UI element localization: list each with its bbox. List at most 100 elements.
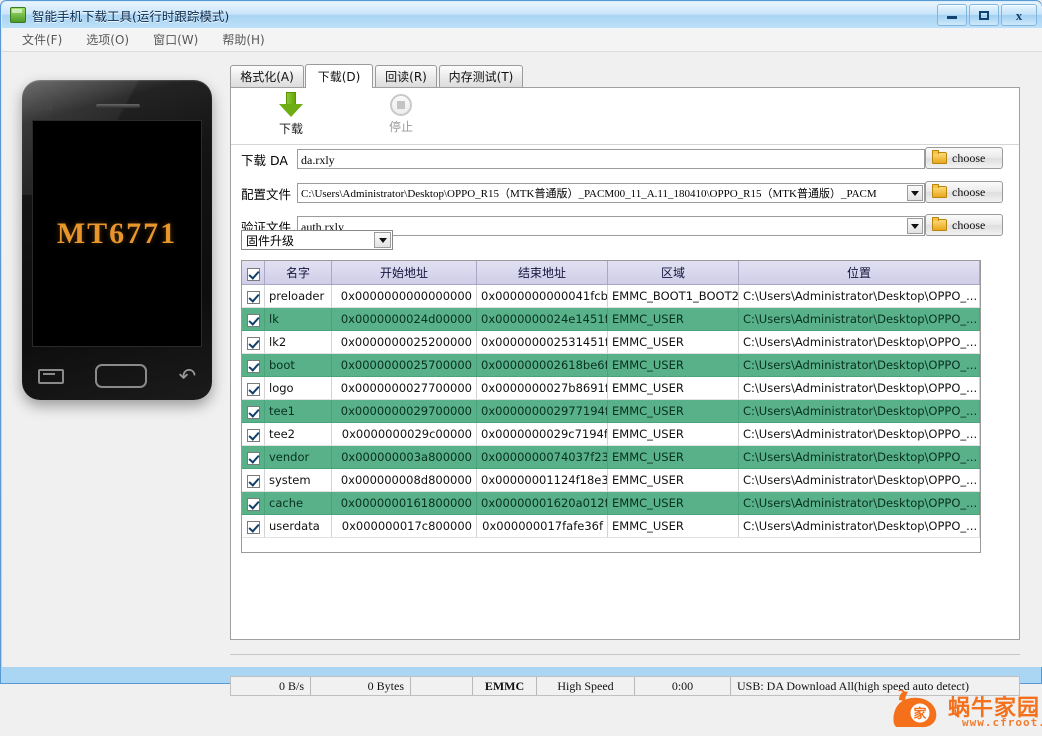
header-name[interactable]: 名字 [264,261,332,285]
menu-options[interactable]: 选项(O) [74,28,141,51]
tab-format[interactable]: 格式化(A) [230,65,304,87]
cell-start-address: 0x0000000000000000 [331,284,477,308]
config-input[interactable]: C:\Users\Administrator\Desktop\OPPO_R15（… [297,183,925,203]
download-mode-value: 固件升级 [246,233,295,248]
cell-location: C:\Users\Administrator\Desktop\OPPO_... [738,514,980,538]
table-row[interactable]: tee1 0x0000000029700000 0x000000002977194f… [242,399,980,423]
window-controls: x [937,4,1037,26]
tab-readback[interactable]: 回读(R) [375,65,437,87]
cell-end-address: 0x0000000000041fcb [476,284,608,308]
select-all-checkbox[interactable] [246,267,260,281]
row-checkbox-cell[interactable] [242,422,265,446]
header-start[interactable]: 开始地址 [331,261,477,285]
cell-name: system [264,468,332,492]
cell-region: EMMC_USER [607,468,739,492]
auth-choose-button[interactable]: choose [925,214,1003,236]
header-location[interactable]: 位置 [738,261,980,285]
cell-location: C:\Users\Administrator\Desktop\OPPO_... [738,376,980,400]
row-checkbox[interactable] [246,498,260,511]
cell-name: lk2 [264,330,332,354]
config-chevron-down-icon[interactable] [907,185,923,201]
cell-region: EMMC_USER [607,514,739,538]
table-row[interactable]: lk2 0x0000000025200000 0x000000002531451f E… [242,330,980,354]
menu-help[interactable]: 帮助(H) [210,28,276,51]
tab-memory-test[interactable]: 内存测试(T) [439,65,523,87]
row-checkbox[interactable] [246,452,260,465]
stop-button-label: 停止 [388,120,413,134]
table-row[interactable]: boot 0x0000000025700000 0x000000002618be6f… [242,353,980,377]
da-choose-button[interactable]: choose [925,147,1003,169]
download-panel: 下载 停止 下载 DA da.rxly choose 配置文件 C:\Users… [230,87,1020,640]
row-checkbox[interactable] [246,406,260,419]
auth-choose-label: choose [952,217,986,232]
mode-chevron-down-icon[interactable] [374,232,391,248]
row-checkbox[interactable] [246,521,260,534]
row-checkbox-cell[interactable] [242,330,265,354]
table-row[interactable]: lk 0x0000000024d00000 0x0000000024e1451f EM… [242,307,980,331]
svg-text:家: 家 [913,706,927,722]
cell-name: boot [264,353,332,377]
row-checkbox-cell[interactable] [242,514,265,538]
auth-chevron-down-icon[interactable] [907,218,923,234]
row-checkbox-cell[interactable] [242,307,265,331]
table-row[interactable]: system 0x000000008d800000 0x00000001124f18… [242,468,980,492]
row-checkbox-cell[interactable] [242,491,265,515]
partition-table: 名字 开始地址 结束地址 区域 位置 preloader 0x0000000000… [242,261,980,538]
header-region[interactable]: 区域 [607,261,739,285]
menu-file[interactable]: 文件(F) [10,28,74,51]
row-checkbox-cell[interactable] [242,353,265,377]
cell-location: C:\Users\Administrator\Desktop\OPPO_... [738,491,980,515]
menu-window[interactable]: 窗口(W) [141,28,210,51]
row-checkbox[interactable] [246,429,260,442]
cell-region: EMMC_USER [607,399,739,423]
cell-name: userdata [264,514,332,538]
partition-table-container[interactable]: 名字 开始地址 结束地址 区域 位置 preloader 0x0000000000… [241,260,981,553]
row-checkbox-cell[interactable] [242,399,265,423]
row-checkbox-cell[interactable] [242,468,265,492]
download-mode-select[interactable]: 固件升级 [241,230,393,250]
tab-download[interactable]: 下载(D) [305,64,373,88]
app-window: 智能手机下载工具(运行时跟踪模式) x 文件(F) 选项(O) 窗口(W) 帮助… [0,0,1042,729]
chipset-label: MT6771 [56,216,178,250]
status-message: USB: DA Download All(high speed auto det… [737,678,969,693]
close-button[interactable]: x [1001,4,1037,26]
row-checkbox-cell[interactable] [242,284,265,308]
menu-bar: 文件(F) 选项(O) 窗口(W) 帮助(H) [2,28,1042,52]
cell-region: EMMC_USER [607,330,739,354]
table-row[interactable]: cache 0x0000000161800000 0x00000001620a012… [242,491,980,515]
row-checkbox[interactable] [246,314,260,327]
row-checkbox[interactable] [246,360,260,373]
download-button-label: 下载 [278,122,303,136]
phone-speaker-icon [96,104,140,108]
menu-key-icon [37,368,64,384]
table-row[interactable]: vendor 0x000000003a800000 0x0000000074037f… [242,445,980,469]
table-row[interactable]: tee2 0x0000000029c00000 0x0000000029c7194f… [242,422,980,446]
da-input[interactable]: da.rxly [297,149,925,169]
table-row[interactable]: logo 0x0000000027700000 0x0000000027b8691f… [242,376,980,400]
download-arrow-icon [279,92,303,118]
row-checkbox[interactable] [246,475,260,488]
table-header-row: 名字 开始地址 结束地址 区域 位置 [242,261,980,285]
config-choose-button[interactable]: choose [925,181,1003,203]
row-checkbox[interactable] [246,337,260,350]
row-checkbox[interactable] [246,383,260,396]
select-all-header[interactable] [242,261,265,285]
row-checkbox-cell[interactable] [242,445,265,469]
cell-end-address: 0x00000001620a012f [476,491,608,515]
download-button[interactable]: 下载 [253,92,329,140]
row-checkbox[interactable] [246,291,260,304]
status-link: High Speed [537,677,635,695]
maximize-button[interactable] [969,4,999,26]
table-row[interactable]: userdata 0x000000017c800000 0x000000017faf… [242,514,980,538]
stop-button[interactable]: 停止 [363,92,439,140]
header-end[interactable]: 结束地址 [476,261,608,285]
cell-start-address: 0x0000000024d00000 [331,307,477,331]
title-bar: 智能手机下载工具(运行时跟踪模式) x [2,2,1042,28]
cell-start-address: 0x0000000027700000 [331,376,477,400]
minimize-button[interactable] [937,4,967,26]
table-row[interactable]: preloader 0x0000000000000000 0x00000000000… [242,284,980,308]
cell-location: C:\Users\Administrator\Desktop\OPPO_... [738,468,980,492]
window-title: 智能手机下载工具(运行时跟踪模式) [32,8,230,24]
row-checkbox-cell[interactable] [242,376,265,400]
cell-name: tee1 [264,399,332,423]
